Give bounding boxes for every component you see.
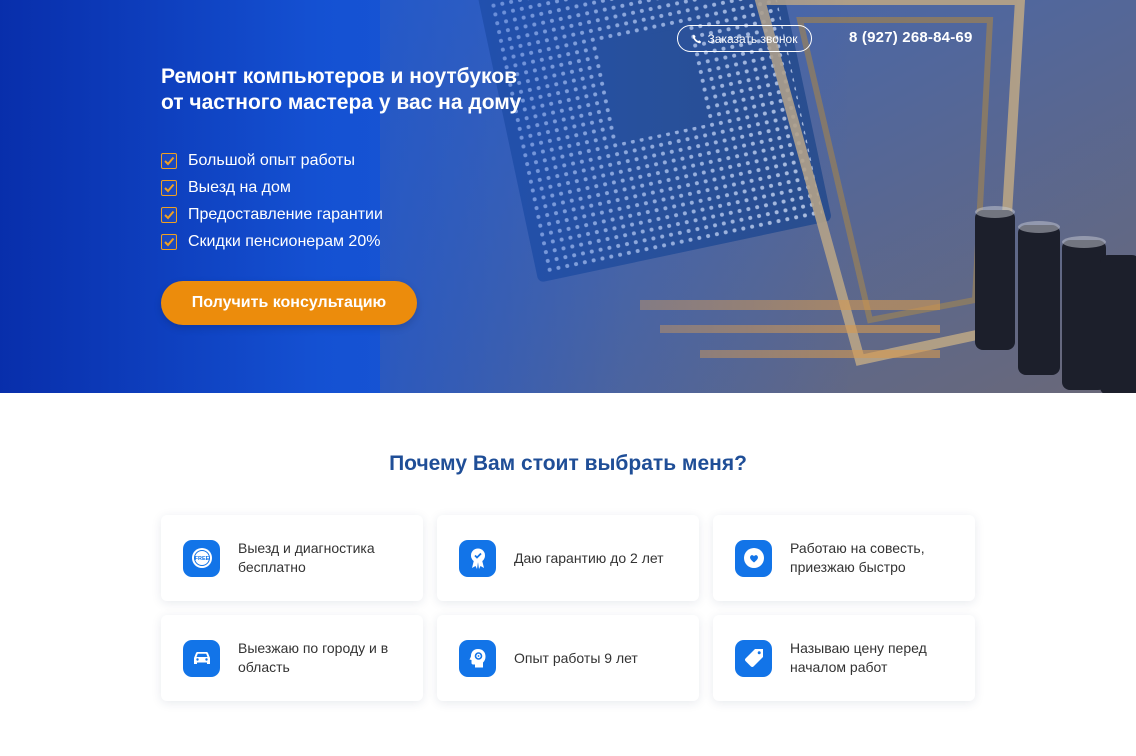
heart-hand-icon [735, 539, 772, 577]
feature-item: Предоставление гарантии [161, 201, 383, 228]
advantage-text: Выезд и диагностика бесплатно [238, 540, 375, 575]
advantage-text: Работаю на совесть, приезжаю быстро [790, 540, 925, 575]
phone-icon [692, 34, 701, 43]
features-list: Большой опыт работы Выезд на дом Предост… [161, 147, 383, 255]
hero-section: Заказать звонок 8 (927) 268-84-69 Ремонт… [0, 0, 1136, 393]
advantage-card: FREE Выезд и диагностика бесплатно [161, 515, 423, 601]
phone-number[interactable]: 8 (927) 268-84-69 [849, 29, 972, 46]
get-consultation-button[interactable]: Получить консультацию [161, 281, 417, 325]
advantage-text: Выезжаю по городу и в область [238, 640, 389, 675]
free-badge-icon: FREE [183, 539, 220, 577]
feature-label: Выезд на дом [188, 178, 291, 196]
hero-title-line-1: Ремонт компьютеров и ноутбуков [161, 65, 518, 88]
hero-title-line-2: от частного мастера у вас на дому [161, 91, 522, 114]
feature-label: Большой опыт работы [188, 151, 356, 169]
feature-item: Выезд на дом [161, 174, 383, 201]
award-ribbon-icon [459, 539, 496, 577]
car-icon [183, 639, 220, 677]
advantage-card: Опыт работы 9 лет [437, 615, 699, 701]
feature-label: Скидки пенсионерам 20% [188, 232, 381, 250]
advantage-card: Выезжаю по городу и в область [161, 615, 423, 701]
feature-item: Большой опыт работы [161, 147, 383, 174]
svg-text:FREE: FREE [194, 556, 209, 562]
feature-item: Скидки пенсионерам 20% [161, 228, 383, 255]
advantage-text: Опыт работы 9 лет [514, 649, 638, 666]
checkbox-icon [161, 233, 177, 250]
checkbox-icon [161, 152, 177, 169]
hero-title: Ремонт компьютеров и ноутбуков от частно… [161, 64, 581, 116]
advantage-card: Называю цену перед началом работ [713, 615, 975, 701]
feature-label: Предоставление гарантии [188, 205, 383, 223]
price-tag-icon [735, 639, 772, 677]
advantage-text: Даю гарантию до 2 лет [514, 549, 664, 566]
advantage-card: Работаю на совесть, приезжаю быстро [713, 515, 975, 601]
checkbox-icon [161, 206, 177, 223]
callback-label: Заказать звонок [707, 31, 798, 46]
advantage-text: Называю цену перед началом работ [790, 640, 927, 675]
why-section-title: Почему Вам стоит выбрать меня? [389, 452, 747, 475]
advantage-card: Даю гарантию до 2 лет [437, 515, 699, 601]
checkbox-icon [161, 179, 177, 196]
head-gear-icon [459, 639, 496, 677]
callback-button[interactable]: Заказать звонок [677, 25, 812, 52]
